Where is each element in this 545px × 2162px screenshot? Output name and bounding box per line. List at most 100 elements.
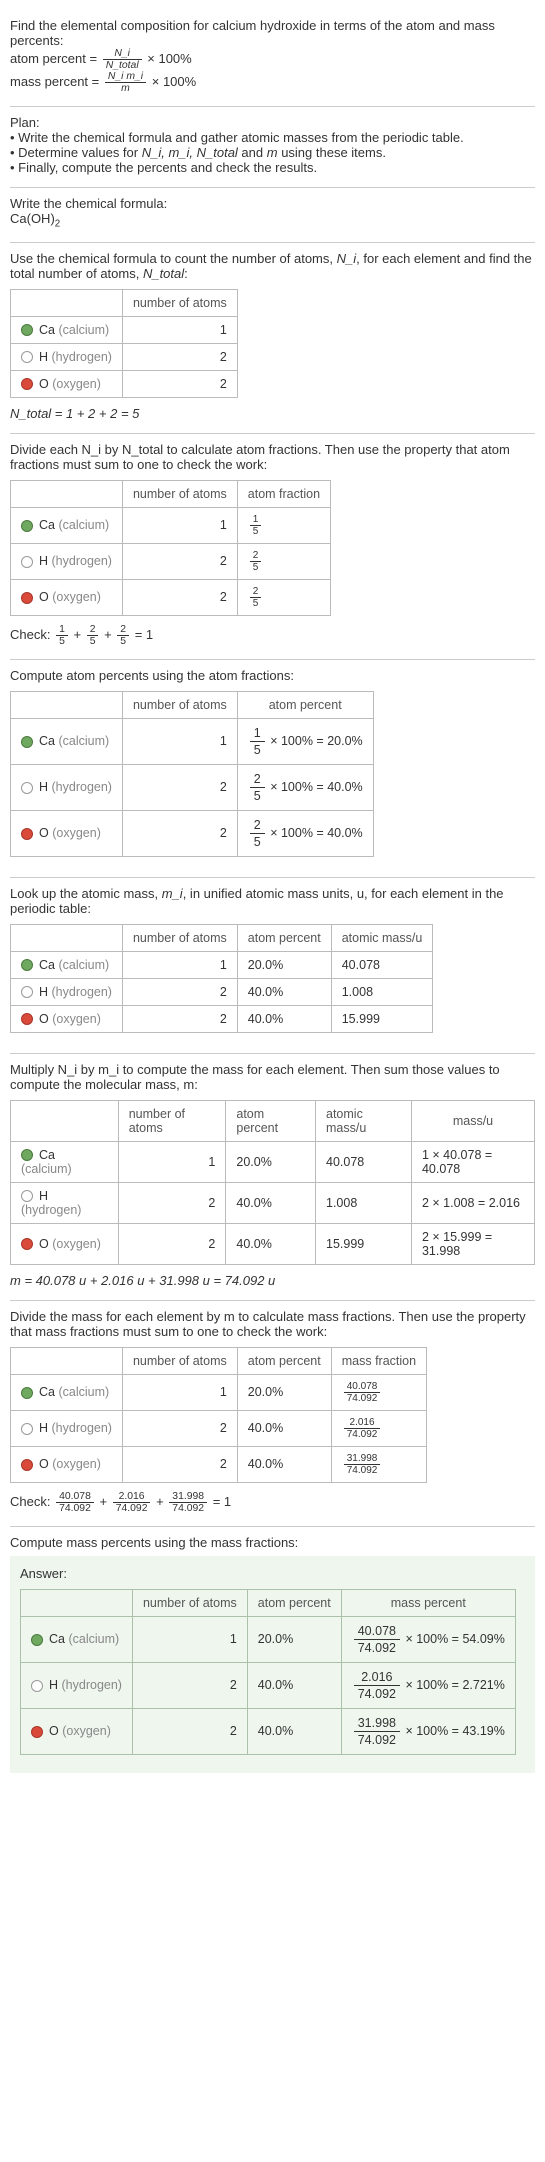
element-name: (oxygen): [52, 1012, 101, 1026]
check-label: Check:: [10, 1494, 54, 1509]
denominator: 74.092: [344, 1393, 381, 1404]
atom-count: 2: [122, 343, 237, 370]
numerator: 1: [56, 624, 68, 636]
fraction: 25: [250, 771, 265, 804]
numerator: 31.998: [169, 1491, 207, 1503]
atomic-mass: 1.008: [316, 1182, 412, 1223]
atom-count: 2: [118, 1182, 226, 1223]
numerator: 40.078: [56, 1491, 94, 1503]
atom-percent: 40.0%: [237, 1446, 331, 1482]
table-header-row: number of atoms atom percent mass percen…: [21, 1589, 516, 1616]
table-header-row: number of atoms atom percent: [11, 691, 374, 718]
table-row: O (oxygen) 2 40.0% 31.99874.092: [11, 1446, 427, 1482]
atom-count: 1: [118, 1141, 226, 1182]
times-100: × 100%: [270, 779, 316, 793]
numerator: 2.016: [344, 1417, 381, 1429]
element-dot-icon: [21, 1190, 33, 1202]
table-row: H (hydrogen) 2 40.0% 1.008: [11, 978, 433, 1005]
col-atom-percent: atom percent: [237, 691, 373, 718]
col-atomic-mass: atomic mass/u: [316, 1100, 412, 1141]
denominator: 5: [250, 788, 265, 804]
element-dot-icon: [21, 324, 33, 336]
element-name: (oxygen): [52, 1237, 101, 1251]
mass-calc: 1 × 40.078 = 40.078: [411, 1141, 534, 1182]
atom-pct-table: number of atoms atom percent Ca (calcium…: [10, 691, 374, 857]
element-symbol: O: [39, 1012, 49, 1026]
count-table: number of atoms Ca (calcium) 1 H (hydrog…: [10, 289, 238, 398]
element-name: (calcium): [58, 958, 109, 972]
denominator: 5: [250, 562, 262, 573]
element-cell: Ca (calcium): [11, 1374, 123, 1410]
table-header-row: number of atoms atom percent mass fracti…: [11, 1347, 427, 1374]
text: Look up the atomic mass,: [10, 886, 162, 901]
element-symbol: Ca: [39, 323, 55, 337]
fraction: 31.99874.092: [354, 1715, 400, 1748]
element-dot-icon: [21, 1387, 33, 1399]
element-dot-icon: [21, 351, 33, 363]
col-atomic-mass: atomic mass/u: [331, 924, 433, 951]
col-atom-percent: atom percent: [237, 924, 331, 951]
element-name: (hydrogen): [52, 554, 112, 568]
element-symbol: H: [39, 985, 48, 999]
element-symbol: O: [39, 590, 49, 604]
table-row: Ca (calcium) 1 20.0% 40.07874.092: [11, 1374, 427, 1410]
result: = 40.0%: [316, 779, 362, 793]
fraction: 31.99874.092: [169, 1491, 207, 1514]
equals-one: = 1: [135, 627, 153, 642]
fraction: 25: [250, 817, 265, 850]
var-m: m: [267, 145, 278, 160]
atom-percent: 40.0%: [237, 1005, 331, 1032]
fraction: 40.07874.092: [354, 1623, 400, 1656]
formula-main: Ca(OH): [10, 211, 55, 226]
formula-sub: 2: [55, 219, 60, 230]
denominator: 74.092: [344, 1429, 381, 1440]
element-symbol: O: [39, 1457, 49, 1471]
fraction-cell: 25: [237, 543, 330, 579]
empty-header: [11, 691, 123, 718]
element-dot-icon: [21, 556, 33, 568]
atom-count: 2: [122, 1005, 237, 1032]
numerator: 2: [250, 586, 262, 598]
element-symbol: Ca: [39, 958, 55, 972]
denominator: 5: [87, 636, 99, 647]
element-symbol: H: [39, 1189, 48, 1203]
fraction-cell: 15: [237, 507, 330, 543]
fraction-table: number of atoms atom fraction Ca (calciu…: [10, 480, 331, 616]
intro-text: Find the elemental composition for calci…: [10, 18, 535, 48]
answer-box: Answer: number of atoms atom percent mas…: [10, 1556, 535, 1773]
atom-count: 2: [132, 1708, 247, 1754]
fraction: 31.99874.092: [344, 1453, 381, 1476]
atom-percent: 40.0%: [247, 1708, 341, 1754]
element-symbol: Ca: [39, 1385, 55, 1399]
fraction: 25: [250, 586, 262, 609]
atomic-mass: 40.078: [331, 951, 433, 978]
plan-bullet-1: • Write the chemical formula and gather …: [10, 130, 535, 145]
atomic-mass: 15.999: [316, 1223, 412, 1264]
atom-fraction-section: Divide each N_i by N_total to calculate …: [10, 434, 535, 660]
atom-count: 1: [122, 718, 237, 764]
count-text: Use the chemical formula to count the nu…: [10, 251, 535, 281]
atom-count: 2: [122, 370, 237, 397]
numerator: 2: [250, 550, 262, 562]
fraction: 2.01674.092: [344, 1417, 381, 1440]
table-header-row: number of atoms atom fraction: [11, 480, 331, 507]
plan-bullet-2: • Determine values for N_i, m_i, N_total…: [10, 145, 535, 160]
atom-count: 2: [122, 579, 237, 615]
check-label: Check:: [10, 627, 54, 642]
times-100: × 100%: [152, 74, 196, 89]
atom-pct-text: Compute atom percents using the atom fra…: [10, 668, 535, 683]
element-symbol: O: [39, 377, 49, 391]
check-equation: Check: 15 + 25 + 25 = 1: [10, 624, 535, 647]
molar-mass-table: number of atoms atom percent atomic mass…: [10, 1100, 535, 1265]
table-row: H (hydrogen) 2 40.0% 2.01674.092 × 100% …: [21, 1662, 516, 1708]
table-row: H (hydrogen) 2 25: [11, 543, 331, 579]
formula-prompt: Write the chemical formula:: [10, 196, 535, 211]
col-atom-fraction: atom fraction: [237, 480, 330, 507]
element-dot-icon: [21, 1238, 33, 1250]
denominator: 74.092: [56, 1503, 94, 1514]
element-dot-icon: [21, 592, 33, 604]
fraction: 25: [87, 624, 99, 647]
text: :: [184, 266, 188, 281]
element-dot-icon: [21, 1423, 33, 1435]
table-header-row: number of atoms: [11, 289, 238, 316]
